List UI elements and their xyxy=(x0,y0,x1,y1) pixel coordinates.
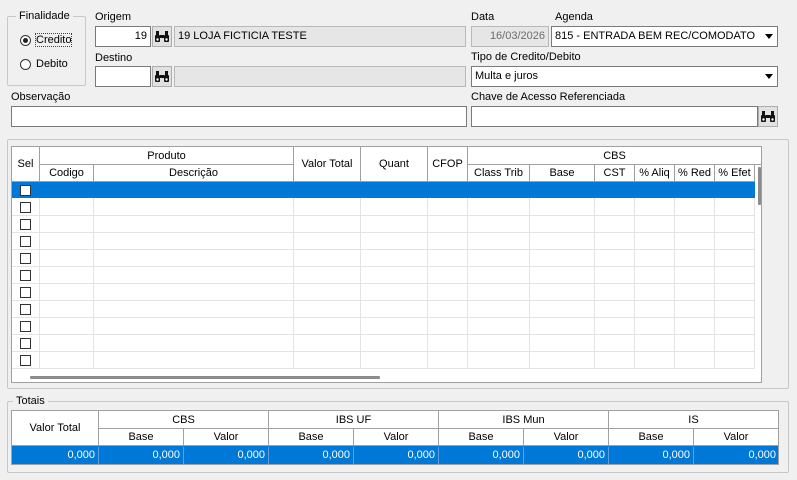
observacao-label: Observação xyxy=(11,91,71,103)
totais-group-header: IBS UF xyxy=(269,411,439,429)
row-select-checkbox[interactable] xyxy=(20,236,31,247)
col-cst-header[interactable]: CST xyxy=(595,165,635,182)
items-grid[interactable]: Sel Produto Codigo Descrição Valor Total… xyxy=(11,146,762,383)
totais-group-header: IBS Mun xyxy=(439,411,609,429)
totais-grid: Valor Total CBS IBS UF IBS Mun IS Base V… xyxy=(11,410,779,465)
grid-row-divider xyxy=(12,351,755,352)
tipo-select[interactable]: Multa e juros xyxy=(471,66,778,87)
totais-value: 0,000 xyxy=(748,449,776,461)
totais-valor-header: Valor xyxy=(354,429,439,446)
col-sel-header[interactable]: Sel xyxy=(12,147,40,182)
origem-code-input[interactable]: 19 xyxy=(95,26,151,47)
radio-debito-circle[interactable] xyxy=(20,58,31,70)
destino-code-input[interactable] xyxy=(95,66,151,87)
totais-base-header: Base xyxy=(439,429,524,446)
col-valor-total-header[interactable]: Valor Total xyxy=(294,147,361,182)
origem-search-button[interactable] xyxy=(152,26,172,47)
radio-debito[interactable]: Debito xyxy=(20,58,68,70)
col-base-header[interactable]: Base xyxy=(530,165,595,182)
totais-value: 0,000 xyxy=(269,447,354,464)
tipo-dropdown-button[interactable] xyxy=(760,67,777,86)
grid-row-divider xyxy=(12,283,755,284)
agenda-value: 815 - ENTRADA BEM REC/COMODATO xyxy=(555,30,756,42)
col-codigo-header[interactable]: Codigo xyxy=(40,165,94,182)
tipo-value: Multa e juros xyxy=(475,70,538,82)
origem-label: Origem xyxy=(95,11,132,23)
row-select-checkbox[interactable] xyxy=(20,355,31,366)
row-select-checkbox[interactable] xyxy=(20,287,31,298)
row-select-checkbox[interactable] xyxy=(20,338,31,349)
grid-row-divider xyxy=(12,334,755,335)
row-select-checkbox[interactable] xyxy=(20,321,31,332)
binoculars-icon xyxy=(761,111,775,122)
table-row-selected[interactable] xyxy=(12,182,755,198)
binoculars-icon xyxy=(155,71,169,82)
agenda-label: Agenda xyxy=(555,11,593,23)
finalidade-legend: Finalidade xyxy=(16,10,73,22)
tipo-label: Tipo de Credito/Debito xyxy=(471,51,581,63)
totais-value: 0,000 xyxy=(99,447,184,464)
agenda-dropdown-button[interactable] xyxy=(760,27,777,46)
radio-credito-label: Credito xyxy=(34,33,73,47)
totais-valor-header: Valor xyxy=(524,429,609,446)
destino-name-field xyxy=(174,66,466,87)
radio-credito[interactable]: Credito xyxy=(20,33,73,47)
radio-debito-label: Debito xyxy=(36,58,68,70)
grid-row-divider xyxy=(12,266,755,267)
totais-base-header: Base xyxy=(609,429,694,446)
data-field[interactable]: 16/03/2026 xyxy=(471,26,549,47)
col-descricao-header[interactable]: Descrição xyxy=(94,165,294,182)
grid-row-divider xyxy=(12,317,755,318)
destino-search-button[interactable] xyxy=(152,66,172,87)
totais-valor-total-header: Valor Total xyxy=(12,411,99,446)
origem-name-field: 19 LOJA FICTICIA TESTE xyxy=(174,26,466,47)
row-select-checkbox[interactable] xyxy=(20,202,31,213)
row-select-checkbox[interactable] xyxy=(20,270,31,281)
totais-value: 0,000 xyxy=(184,447,269,464)
chave-search-button[interactable] xyxy=(758,106,778,127)
totais-legend: Totais xyxy=(13,395,48,407)
totais-value: 0,000 xyxy=(354,447,439,464)
observacao-input[interactable] xyxy=(11,106,467,127)
row-select-checkbox[interactable] xyxy=(20,304,31,315)
totais-value: 0,000 xyxy=(609,447,694,464)
grid-row-divider xyxy=(12,215,755,216)
chevron-down-icon xyxy=(764,74,773,79)
radio-credito-circle[interactable] xyxy=(20,34,31,46)
agenda-select[interactable]: 815 - ENTRADA BEM REC/COMODATO xyxy=(551,26,778,47)
col-class-trib-header[interactable]: Class Trib xyxy=(468,165,530,182)
cbs-group-header: CBS xyxy=(468,147,761,165)
grid-row-divider xyxy=(12,368,755,369)
col-aliq-header[interactable]: % Aliq xyxy=(635,165,675,182)
grid-horizontal-scrollbar[interactable] xyxy=(30,376,380,379)
totais-base-header: Base xyxy=(269,429,354,446)
chave-label: Chave de Acesso Referenciada xyxy=(471,91,626,103)
row-select-checkbox[interactable] xyxy=(20,253,31,264)
chevron-down-icon xyxy=(764,34,773,39)
grid-vertical-scrollbar[interactable] xyxy=(758,167,761,205)
col-quant-header[interactable]: Quant xyxy=(361,147,428,182)
chave-input[interactable] xyxy=(471,106,758,127)
grid-row-divider xyxy=(12,232,755,233)
col-efet-header[interactable]: % Efet xyxy=(715,165,755,182)
binoculars-icon xyxy=(155,31,169,42)
row-select-checkbox[interactable] xyxy=(20,185,31,196)
totais-value: 0,000 xyxy=(524,447,609,464)
grid-row-divider xyxy=(12,300,755,301)
finalidade-group xyxy=(7,16,86,86)
totais-valor-header: Valor xyxy=(184,429,269,446)
totais-value: 0,000 xyxy=(12,447,99,464)
col-red-header[interactable]: % Red xyxy=(675,165,715,182)
totais-base-header: Base xyxy=(99,429,184,446)
totais-group-header: IS xyxy=(609,411,778,429)
grid-row-divider xyxy=(12,249,755,250)
row-select-checkbox[interactable] xyxy=(20,219,31,230)
totais-group-header: CBS xyxy=(99,411,269,429)
produto-group-header: Produto xyxy=(40,147,294,165)
totais-valor-header: Valor xyxy=(694,429,778,446)
destino-label: Destino xyxy=(95,52,133,64)
col-cfop-header[interactable]: CFOP xyxy=(428,147,468,182)
totais-value: 0,000 xyxy=(439,447,524,464)
data-label: Data xyxy=(471,11,495,23)
